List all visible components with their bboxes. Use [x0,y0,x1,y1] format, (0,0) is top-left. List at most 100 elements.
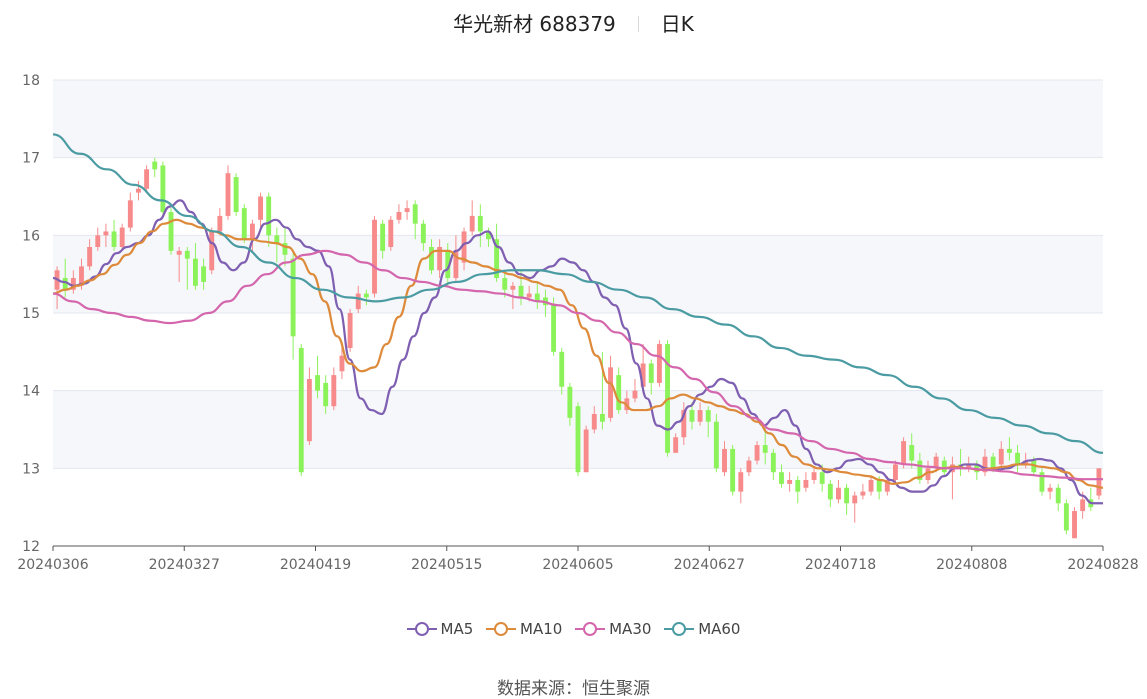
candle-body [803,479,809,488]
candle-body [730,448,736,492]
candle-body [176,250,182,255]
candle-body [144,169,150,189]
y-tick-label: 18 [22,73,40,89]
candle-body [372,219,377,294]
candle-body [779,472,784,484]
plot-band [53,80,1103,158]
candle-body [225,173,231,216]
candle-body [860,491,866,496]
legend-item-ma10[interactable]: MA10 [486,620,562,638]
candle-body [518,285,524,298]
legend: MA5 MA10 MA30 MA60 [0,620,1147,640]
candle-body [575,406,581,473]
candle-body [315,375,320,391]
candle-body [559,351,565,387]
legend-item-ma5[interactable]: MA5 [406,620,474,638]
candle-body [1072,511,1077,539]
candle-body [673,437,679,453]
candle-body [697,410,703,422]
y-tick-label: 16 [22,228,40,244]
candle-body [274,235,280,244]
y-tick-label: 17 [22,151,40,167]
candle-body [1047,487,1053,492]
candle-body [193,258,198,286]
candle-body [591,413,597,430]
x-tick-label: 20240306 [17,557,88,573]
candle-body [836,487,841,500]
candle-body [258,196,263,220]
candle-body [184,250,190,259]
legend-label-ma30: MA30 [609,620,652,638]
candle-body [551,305,557,352]
candle-body [754,445,760,461]
candle-body [705,410,711,422]
candle-body [1015,452,1020,465]
legend-item-ma60[interactable]: MA60 [664,620,740,638]
candle-body [388,219,394,247]
candle-body [339,355,345,372]
candle-body [746,460,752,473]
candle-body [819,472,825,484]
candle-body [469,215,475,232]
y-tick-label: 12 [22,539,40,555]
candle-body [152,161,158,170]
candle-body [249,223,255,240]
source-label: 数据来源： [497,679,582,699]
candle-body [1006,448,1012,453]
x-tick-label: 20240327 [149,557,220,573]
candle-body [901,441,907,465]
candle-body [526,293,532,298]
candle-body [168,212,174,251]
x-tick-label: 20240808 [936,557,1007,573]
candle-body [632,390,638,399]
legend-label-ma60: MA60 [698,620,741,638]
x-tick-label: 20240828 [1067,557,1138,573]
candle-body [420,223,426,244]
candle-body [738,472,744,492]
candle-body [477,215,483,232]
candle-body [160,165,166,213]
candle-body [656,344,662,383]
candle-body [713,421,719,469]
candle-body [648,363,654,383]
candle-body [868,479,874,492]
candle-body [909,445,915,461]
candle-body [201,266,207,282]
data-source: 数据来源：恒生聚源 [0,674,1147,699]
candle-body [306,379,312,442]
candle-body [599,413,605,422]
legend-label-ma5: MA5 [440,620,474,638]
candle-body [136,188,141,193]
candle-body [298,347,304,473]
x-tick-label: 20240605 [542,557,613,573]
candle-body [510,285,516,290]
candle-body [241,208,247,240]
candle-body [1063,503,1069,531]
legend-marker-ma5 [406,622,437,636]
x-tick-label: 20240515 [411,557,482,573]
candle-body [380,223,386,251]
source-name: 恒生聚源 [582,679,650,699]
candle-body [209,231,215,271]
candle-body [998,448,1004,465]
y-tick-label: 14 [22,384,40,400]
candle-body [1080,499,1086,512]
candle-body [323,382,329,407]
candle-body [412,204,418,224]
candle-body [233,177,239,213]
legend-item-ma30[interactable]: MA30 [575,620,651,638]
candle-body [95,235,101,247]
candle-body [893,464,898,480]
x-tick-label: 20240627 [674,557,745,573]
legend-marker-ma10 [486,622,517,636]
candle-body [1096,468,1102,496]
candle-body [876,479,882,492]
candle-body [844,487,850,504]
candle-body [770,452,776,473]
candlestick-chart: 12 13 14 15 16 17 18 20240306 20240327 20240419 20… [17,73,1138,573]
candle-body [811,472,817,480]
candle-body [762,445,768,453]
candle-body [1055,487,1061,504]
candle-body [941,460,947,473]
candle-body [347,313,353,348]
